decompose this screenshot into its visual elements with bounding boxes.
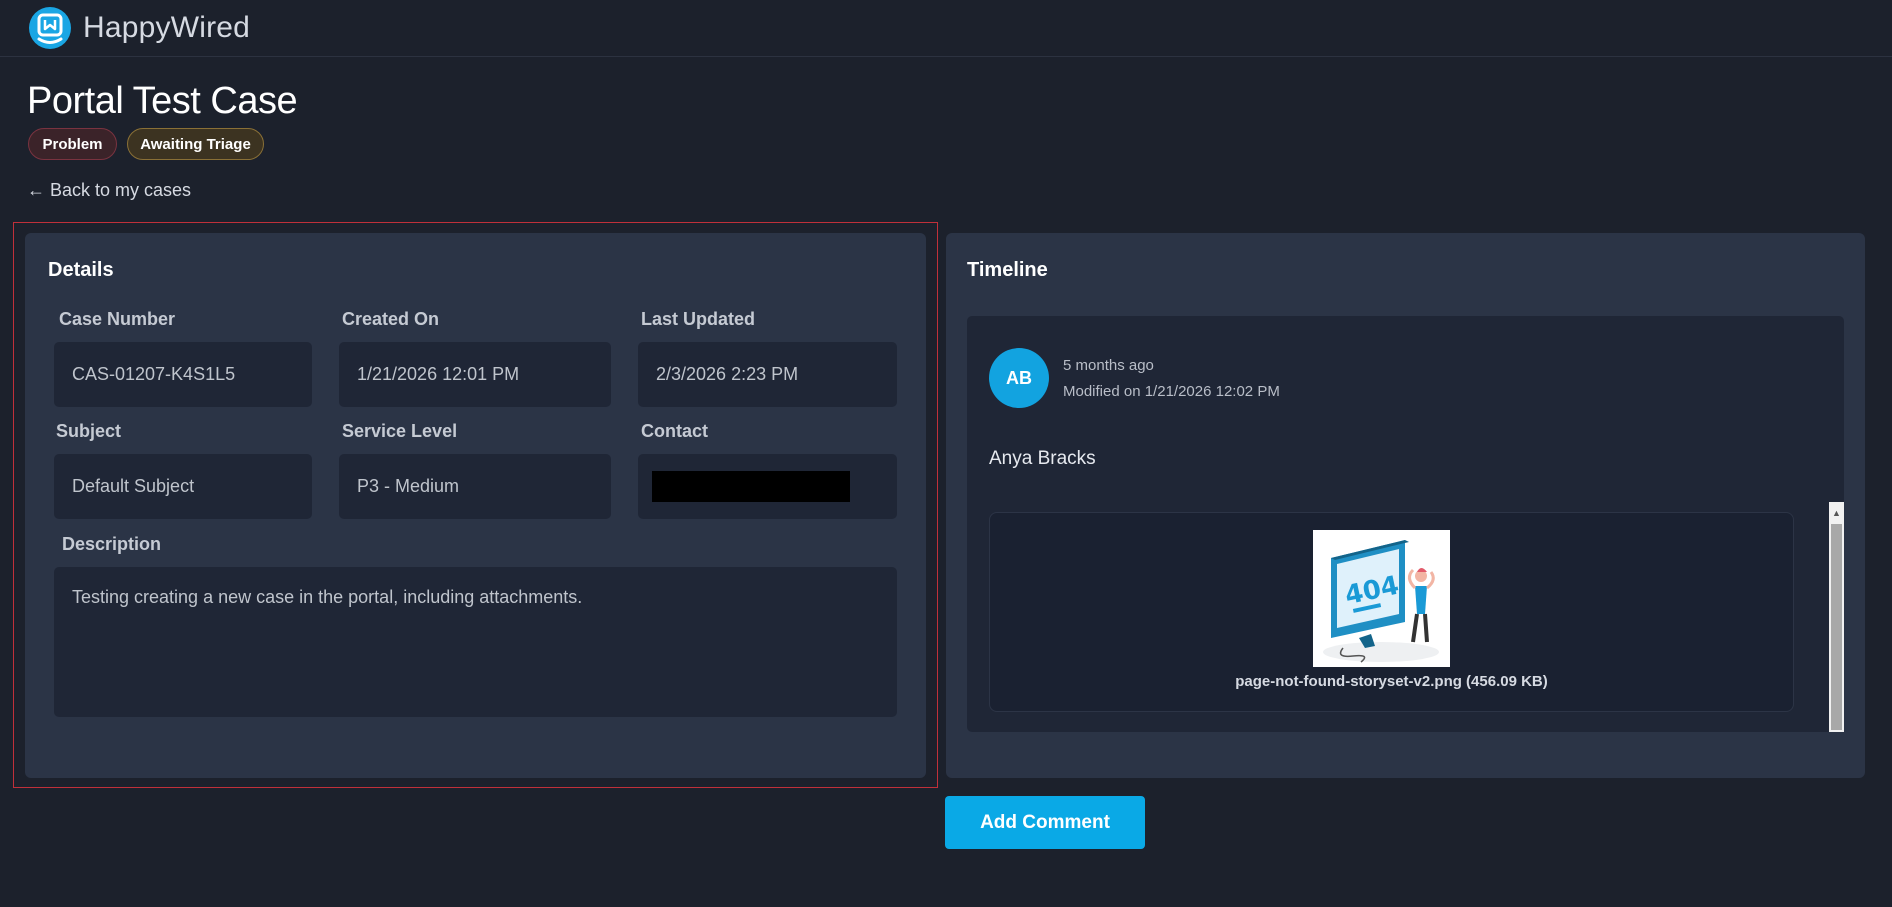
last-updated-field: 2/3/2026 2:23 PM (638, 342, 897, 407)
created-on-label: Created On (342, 309, 440, 329)
scrollbar-thumb[interactable] (1831, 524, 1842, 730)
entry-modified-date: Modified on 1/21/2026 12:02 PM (1063, 383, 1280, 400)
happywired-logo-icon[interactable] (29, 7, 71, 49)
contact-field (638, 454, 897, 519)
case-number-label: Case Number (59, 309, 176, 329)
avatar: AB (989, 348, 1049, 408)
timeline-scrollbar[interactable]: ▲ (1829, 502, 1844, 732)
add-comment-button[interactable]: Add Comment (945, 796, 1145, 849)
top-bar: HappyWired (0, 0, 1892, 57)
contact-label: Contact (641, 421, 708, 441)
entry-relative-time: 5 months ago (1063, 357, 1154, 374)
timeline-title: Timeline (967, 259, 1048, 281)
subject-field: Default Subject (54, 454, 312, 519)
scroll-up-arrow-icon[interactable]: ▲ (1829, 506, 1844, 520)
attachment-filename[interactable]: page-not-found-storyset-v2.png (456.09 K… (989, 673, 1794, 690)
description-field: Testing creating a new case in the porta… (54, 567, 897, 717)
case-type-badge: Problem (28, 128, 117, 160)
404-error-illustration-icon[interactable]: 404 (1313, 530, 1450, 667)
description-label: Description (62, 534, 162, 554)
redacted-contact (652, 471, 850, 502)
entry-author: Anya Bracks (989, 448, 1096, 469)
status-badge: Awaiting Triage (127, 128, 264, 160)
brand-name[interactable]: HappyWired (83, 11, 250, 45)
last-updated-label: Last Updated (641, 309, 756, 329)
service-level-field: P3 - Medium (339, 454, 611, 519)
page-title: Portal Test Case (27, 80, 298, 122)
details-title: Details (48, 259, 114, 281)
service-level-label: Service Level (342, 421, 458, 441)
back-to-cases-link[interactable]: ← Back to my cases (27, 180, 191, 201)
created-on-field: 1/21/2026 12:01 PM (339, 342, 611, 407)
case-number-field: CAS-01207-K4S1L5 (54, 342, 312, 407)
subject-label: Subject (56, 421, 122, 441)
